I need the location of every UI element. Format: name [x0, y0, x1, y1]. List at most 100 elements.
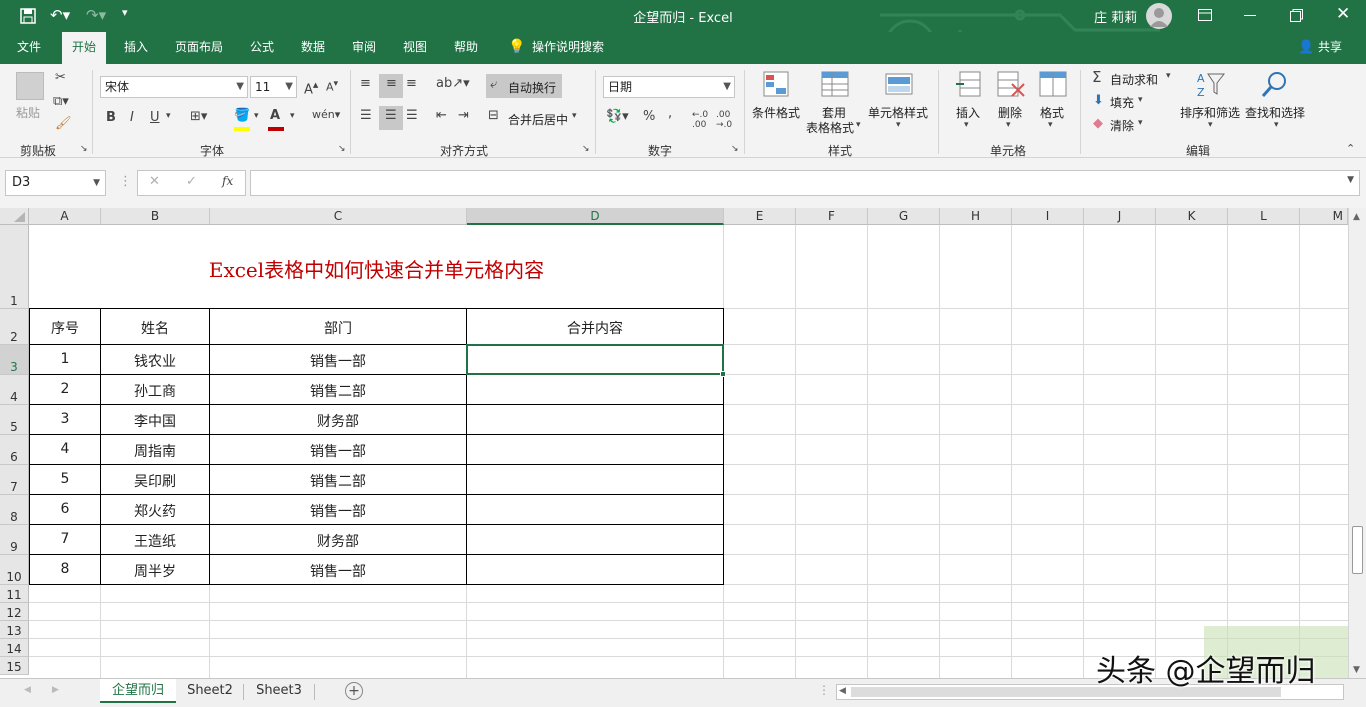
scroll-down-icon[interactable]: ▼ — [1353, 665, 1360, 675]
table-cell[interactable]: 王造纸 — [101, 531, 209, 551]
clear-button[interactable]: 清除 — [1110, 117, 1134, 134]
sheet-tab-3[interactable]: Sheet3 — [245, 679, 313, 703]
grow-font-icon[interactable]: A▴ — [304, 78, 318, 97]
tab-formulas[interactable]: 公式 — [250, 32, 274, 64]
format-painter-icon[interactable]: 🖌 — [55, 116, 72, 131]
table-cell[interactable]: 8 — [30, 561, 100, 577]
table-cell[interactable]: 郑火药 — [101, 501, 209, 521]
chevron-down-icon[interactable]: ▾ — [1166, 71, 1171, 81]
percent-button[interactable]: % — [643, 109, 655, 124]
fill-down-icon[interactable]: ⬇ — [1093, 93, 1104, 108]
redo-icon[interactable]: ↷▾ — [86, 6, 106, 24]
restore-icon[interactable] — [1290, 9, 1303, 22]
chevron-down-icon[interactable]: ▾ — [1006, 120, 1011, 130]
worksheet-grid[interactable]: A B C D E F G H I J K L M 1 2 3 4 5 6 7 … — [0, 208, 1348, 678]
underline-button[interactable]: U — [150, 110, 160, 125]
insert-cells-icon[interactable] — [954, 70, 984, 100]
table-cell[interactable]: 李中国 — [101, 411, 209, 431]
increase-indent-icon[interactable]: ⇥ — [458, 108, 469, 123]
font-size-select[interactable]: 11 ▼ — [250, 76, 297, 98]
table-cell[interactable]: 销售一部 — [210, 441, 466, 461]
chevron-down-icon[interactable]: ▼ — [1347, 175, 1354, 185]
table-cell[interactable]: 周半岁 — [101, 561, 209, 581]
tell-me-search[interactable]: 操作说明搜索 — [532, 32, 604, 64]
align-top-icon[interactable]: ≡ — [360, 76, 371, 91]
conditional-format-button[interactable]: 条件格式 — [752, 104, 800, 121]
share-button[interactable]: 共享 — [1318, 32, 1342, 64]
shrink-font-icon[interactable]: A▾ — [326, 78, 338, 94]
table-cell[interactable]: 财务部 — [210, 531, 466, 551]
tab-data[interactable]: 数据 — [301, 32, 325, 64]
table-cell[interactable]: 2 — [30, 381, 100, 397]
table-cell[interactable]: 销售二部 — [210, 471, 466, 491]
cell-styles-button[interactable]: 单元格样式 — [868, 104, 928, 121]
sort-filter-icon[interactable]: AZ — [1196, 70, 1226, 100]
fill-color-icon[interactable]: 🪣 — [234, 108, 250, 123]
vertical-scrollbar[interactable]: ▲ ▼ — [1348, 208, 1366, 678]
table-cell[interactable]: 销售一部 — [210, 351, 466, 371]
phonetic-icon[interactable]: wén▾ — [312, 108, 340, 121]
italic-button[interactable]: I — [130, 110, 134, 125]
chevron-down-icon[interactable]: ▾ — [1208, 120, 1213, 130]
tab-review[interactable]: 审阅 — [352, 32, 376, 64]
scroll-left-icon[interactable]: ◀ — [839, 686, 846, 696]
delete-cells-button[interactable]: 删除 — [998, 104, 1022, 121]
chevron-down-icon[interactable]: ▾ — [896, 120, 901, 130]
enter-icon[interactable]: ✓ — [186, 174, 197, 189]
avatar[interactable] — [1146, 3, 1172, 29]
next-sheet-icon[interactable]: ▶ — [52, 685, 59, 695]
number-format-select[interactable]: 日期 ▼ — [603, 76, 735, 98]
font-color-icon[interactable]: A — [270, 108, 280, 123]
add-sheet-icon[interactable]: + — [345, 682, 363, 700]
dialog-launcher-icon[interactable]: ↘ — [731, 144, 739, 154]
sort-filter-button[interactable]: 排序和筛选 — [1180, 104, 1240, 121]
tab-page-layout[interactable]: 页面布局 — [175, 32, 223, 64]
chevron-down-icon[interactable]: ▾ — [1138, 95, 1143, 105]
close-icon[interactable]: ✕ — [1336, 4, 1350, 24]
format-as-table-button[interactable]: 表格格式 — [806, 119, 854, 136]
chevron-down-icon[interactable]: ▾ — [856, 120, 861, 130]
tab-home[interactable]: 开始 — [62, 32, 107, 64]
table-cell[interactable]: 6 — [30, 501, 100, 517]
prev-sheet-icon[interactable]: ◀ — [24, 685, 31, 695]
align-left-icon[interactable]: ☰ — [360, 108, 372, 123]
decrease-decimal-icon[interactable]: .00 →.0 — [716, 110, 732, 130]
name-box[interactable]: D3 ▼ — [5, 170, 106, 196]
table-cell[interactable]: 销售二部 — [210, 381, 466, 401]
dialog-launcher-icon[interactable]: ↘ — [338, 144, 346, 154]
table-cell[interactable]: 7 — [30, 531, 100, 547]
align-right-icon[interactable]: ☰ — [406, 108, 418, 123]
undo-icon[interactable]: ↶▾ — [50, 6, 70, 24]
selected-cell-d3[interactable] — [466, 344, 724, 375]
font-name-select[interactable]: 宋体 ▼ — [100, 76, 248, 98]
sheet-tab-active[interactable]: 企望而归 — [100, 679, 176, 703]
table-cell[interactable]: 1 — [30, 351, 100, 367]
table-cell[interactable]: 吴印刷 — [101, 471, 209, 491]
copy-icon[interactable]: ⧉▾ — [53, 94, 69, 109]
dialog-launcher-icon[interactable]: ↘ — [80, 144, 88, 154]
tab-file[interactable]: 文件 — [17, 32, 41, 64]
find-select-icon[interactable] — [1260, 70, 1290, 100]
bold-button[interactable]: B — [106, 110, 116, 125]
formula-input[interactable]: ▼ — [250, 170, 1360, 196]
cut-icon[interactable]: ✂ — [55, 70, 66, 85]
autosum-button[interactable]: 自动求和 — [1110, 71, 1158, 88]
cancel-icon[interactable]: ✕ — [149, 174, 160, 189]
delete-cells-icon[interactable] — [996, 70, 1026, 100]
person-icon[interactable]: 👤 — [1298, 32, 1314, 64]
insert-cells-button[interactable]: 插入 — [956, 104, 980, 121]
paste-icon[interactable] — [16, 72, 44, 100]
save-icon[interactable] — [20, 8, 36, 24]
increase-decimal-icon[interactable]: ←.0.00 — [692, 110, 708, 130]
chevron-down-icon[interactable]: ▾ — [1274, 120, 1279, 130]
minimize-icon[interactable] — [1244, 15, 1256, 16]
merge-center-icon[interactable]: ⊟ — [488, 108, 499, 123]
orientation-icon[interactable]: ab↗▾ — [436, 76, 470, 91]
customize-icon[interactable]: ▾ — [122, 6, 128, 19]
cell-styles-icon[interactable] — [884, 70, 914, 100]
tab-help[interactable]: 帮助 — [454, 32, 478, 64]
eraser-icon[interactable]: ◆ — [1093, 116, 1103, 131]
comma-button[interactable]: , — [668, 106, 672, 121]
chevron-down-icon[interactable]: ▼ — [93, 171, 100, 195]
header-cell-name[interactable]: 姓名 — [101, 318, 209, 338]
